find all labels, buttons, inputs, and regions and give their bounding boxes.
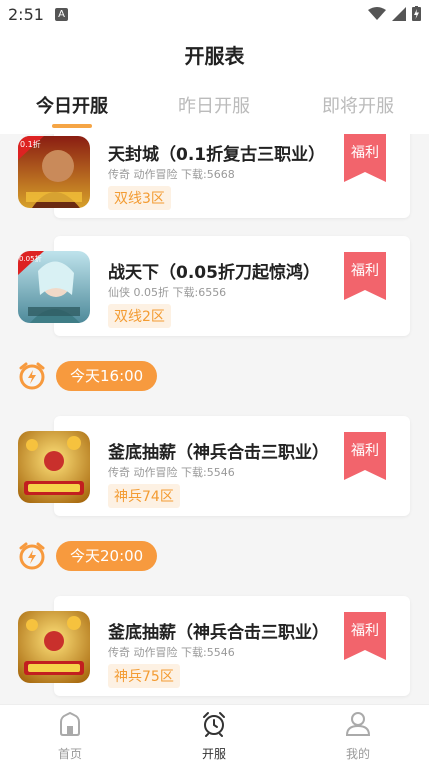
server-card[interactable]: 战天下（0.05折刀起惊鸿） 仙侠 0.05折 下载:6556 双线2区 福利 (54, 236, 410, 336)
server-list[interactable]: 天封城（0.1折复古三职业） 传奇 动作冒险 下载:5668 双线3区 福利 0… (0, 134, 429, 704)
game-meta: 传奇 动作冒险 下载:5668 (108, 168, 235, 181)
tab-upcoming[interactable]: 即将开服 (322, 92, 394, 118)
game-meta: 传奇 动作冒险 下载:5546 (108, 466, 235, 479)
game-icon-tianfengcheng[interactable]: 0.1折 (18, 136, 90, 208)
game-badge: 0.05折 (19, 254, 42, 263)
nav-profile[interactable]: 我的 (318, 711, 398, 762)
game-icon-fudichouxin[interactable] (18, 611, 90, 683)
server-zone: 双线3区 (108, 186, 171, 210)
game-meta: 传奇 动作冒险 下载:5546 (108, 646, 235, 659)
tab-yesterday[interactable]: 昨日开服 (178, 92, 250, 118)
bottom-nav: 首页 开服 我的 (0, 704, 429, 765)
server-card[interactable]: 釜底抽薪（神兵合击三职业） 传奇 动作冒险 下载:5546 神兵75区 福利 (54, 596, 410, 696)
welfare-label: 福利 (351, 443, 379, 459)
tab-indicator (52, 124, 92, 128)
nav-open-server-label: 开服 (201, 747, 226, 761)
welfare-label: 福利 (351, 263, 379, 279)
signal-icon (392, 6, 406, 21)
game-name: 釜底抽薪（神兵合击三职业） (108, 443, 329, 463)
battery-icon (412, 6, 421, 21)
server-card[interactable]: 天封城（0.1折复古三职业） 传奇 动作冒险 下载:5668 双线3区 福利 (54, 134, 410, 218)
tab-today[interactable]: 今日开服 (36, 92, 108, 118)
nav-open-server[interactable]: 开服 (174, 711, 254, 762)
game-icon-zhantianxia[interactable]: 0.05折 (18, 251, 90, 323)
alarm-clock-icon (19, 542, 45, 570)
game-badge: 0.1折 (20, 139, 41, 149)
wifi-icon (368, 6, 386, 20)
welfare-label: 福利 (351, 623, 379, 639)
server-zone: 神兵74区 (108, 484, 180, 508)
nav-home-label: 首页 (57, 747, 82, 761)
welfare-tag[interactable]: 福利 (344, 134, 386, 182)
alarm-clock-icon (19, 362, 45, 390)
welfare-tag[interactable]: 福利 (344, 612, 386, 660)
status-time: 2:51 (8, 5, 44, 24)
tab-bar: 今日开服 昨日开服 即将开服 (0, 78, 429, 134)
welfare-tag[interactable]: 福利 (344, 252, 386, 300)
game-name: 天封城（0.1折复古三职业） (108, 145, 326, 165)
user-icon (345, 712, 371, 736)
welfare-tag[interactable]: 福利 (344, 432, 386, 480)
alarm-clock-icon (203, 712, 225, 737)
welfare-label: 福利 (351, 145, 379, 161)
game-meta: 仙侠 0.05折 下载:6556 (108, 286, 227, 299)
game-icon-fudichouxin[interactable] (18, 431, 90, 503)
home-icon (60, 711, 80, 736)
status-icons (368, 6, 421, 21)
game-name: 战天下（0.05折刀起惊鸿） (108, 263, 320, 283)
time-pill: 今天16:00 (56, 361, 158, 391)
time-pill: 今天20:00 (56, 541, 158, 571)
server-zone: 双线2区 (108, 304, 171, 328)
nav-home[interactable]: 首页 (30, 711, 110, 762)
page-title: 开服表 (184, 44, 245, 68)
status-bar: 2:51 A (0, 0, 429, 30)
title-bar: 开服表 (0, 30, 429, 78)
game-name: 釜底抽薪（神兵合击三职业） (108, 623, 329, 643)
nav-profile-label: 我的 (345, 747, 370, 761)
sim-icon: A (55, 8, 68, 21)
server-card[interactable]: 釜底抽薪（神兵合击三职业） 传奇 动作冒险 下载:5546 神兵74区 福利 (54, 416, 410, 516)
server-zone: 神兵75区 (108, 664, 180, 688)
